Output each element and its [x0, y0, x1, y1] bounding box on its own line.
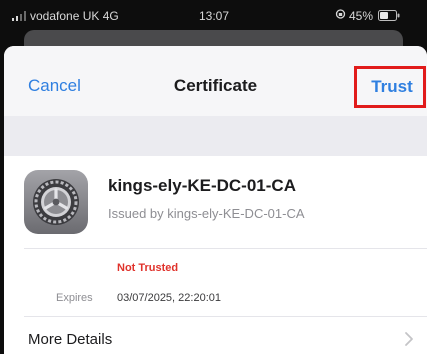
certificate-issuer: Issued by kings-ely-KE-DC-01-CA — [108, 206, 305, 221]
trust-status-badge: Not Trusted — [117, 262, 179, 274]
trust-button-label: Trust — [371, 77, 413, 96]
certificate-sheet: Cancel Certificate Trust kings-ely-KE-DC… — [4, 46, 427, 354]
divider — [24, 248, 427, 249]
phone-screen: vodafone UK 4G 13:07 45% Cancel Certific… — [0, 0, 427, 354]
certificate-details: kings-ely-KE-DC-01-CA Issued by kings-el… — [4, 156, 427, 354]
status-time: 13:07 — [199, 9, 230, 23]
battery-icon — [378, 10, 400, 21]
settings-gear-icon — [24, 170, 88, 234]
battery-percentage: 45% — [349, 9, 374, 23]
trust-button[interactable]: Trust — [354, 66, 426, 108]
status-bar: vodafone UK 4G 13:07 45% — [0, 0, 427, 30]
more-details-row[interactable]: More Details — [4, 317, 427, 354]
expires-label: Expires — [56, 292, 93, 304]
signal-strength-icon — [12, 11, 26, 21]
section-spacer — [4, 116, 427, 156]
carrier-label: vodafone UK 4G — [30, 9, 119, 23]
rotation-lock-icon — [335, 9, 346, 19]
more-details-label: More Details — [28, 331, 113, 348]
expires-value: 03/07/2025, 22:20:01 — [117, 292, 221, 304]
certificate-name: kings-ely-KE-DC-01-CA — [108, 176, 296, 195]
navigation-bar: Cancel Certificate Trust — [4, 46, 427, 116]
chevron-right-icon — [405, 332, 413, 346]
